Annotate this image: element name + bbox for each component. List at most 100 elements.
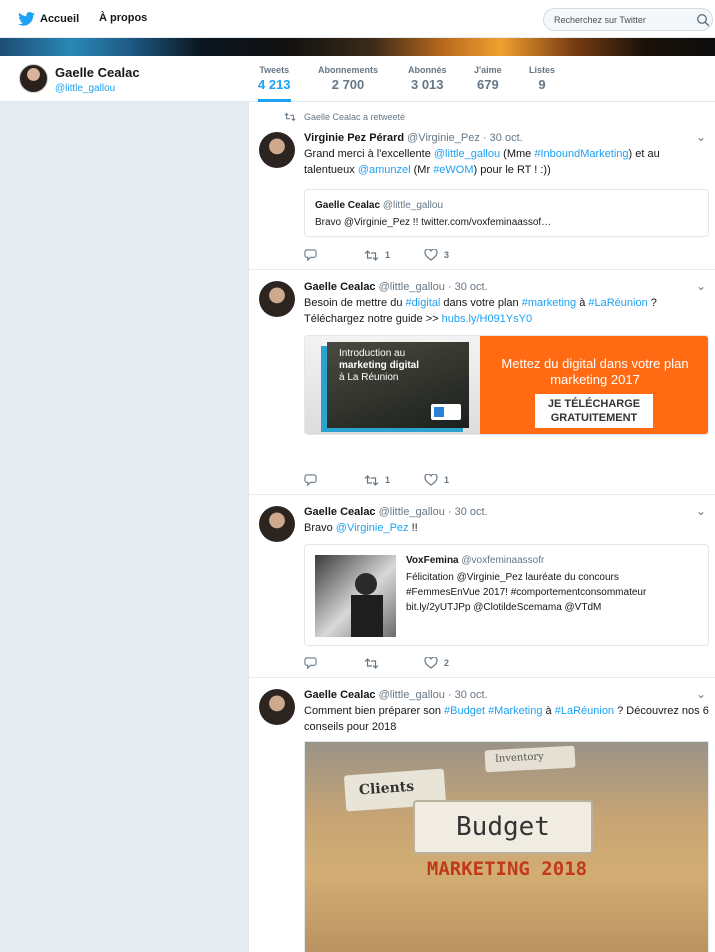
retweet-icon — [284, 112, 296, 122]
nav-home[interactable]: Accueil — [18, 12, 79, 26]
book-title-line: marketing digital — [339, 360, 420, 371]
quoted-handle: @voxfeminaassofr — [461, 555, 545, 566]
text-segment: ? — [647, 297, 657, 309]
tweet-author[interactable]: Virginie Pez Pérard — [304, 132, 404, 144]
text-segment: Comment bien préparer son — [304, 705, 445, 717]
text-segment: Grand merci à l'excellente — [304, 148, 434, 160]
tweet[interactable]: Gaelle Cealac @little_gallou · 30 oct. ⌄… — [249, 496, 715, 678]
promo-card-image[interactable]: Introduction au marketing digital à La R… — [304, 335, 709, 435]
profile-avatar[interactable] — [19, 64, 48, 93]
url-link[interactable]: hubs.ly/H091YsY0 — [442, 313, 533, 325]
hashtag-link[interactable]: #Budget — [444, 705, 485, 717]
promo-cta-button[interactable]: JE TÉLÉCHARGE GRATUITEMENT — [535, 394, 653, 428]
hashtag-link[interactable]: #LaRéunion — [555, 705, 614, 717]
folder-tab: Inventory — [484, 745, 576, 773]
text-segment: (Mr — [410, 164, 434, 176]
tweet-author[interactable]: Gaelle Cealac — [304, 281, 376, 293]
retweet-icon — [364, 657, 379, 669]
tweet-date[interactable]: · 30 oct. — [448, 506, 488, 518]
tweet[interactable]: Gaelle Cealac @little_gallou · 30 oct. ⌄… — [249, 271, 715, 495]
retweet-button[interactable]: 1 — [364, 474, 424, 486]
tweet-header: Virginie Pez Pérard @Virginie_Pez · 30 o… — [304, 132, 523, 144]
reply-button[interactable] — [304, 249, 364, 261]
like-count: 3 — [444, 250, 450, 260]
text-segment: dans votre plan — [440, 297, 522, 309]
folder-tab-label: Clients — [358, 778, 415, 799]
nav-about-label: À propos — [99, 12, 148, 24]
nav-about[interactable]: À propos — [99, 12, 147, 24]
tweet[interactable]: Gaelle Cealac a retweeté Virginie Pez Pé… — [249, 102, 715, 270]
tweet-handle[interactable]: @little_gallou — [379, 689, 445, 701]
profile-name[interactable]: Gaelle Cealac — [55, 65, 140, 80]
tweet-date[interactable]: · 30 oct. — [448, 281, 488, 293]
book-cover-area: Introduction au marketing digital à La R… — [305, 336, 480, 434]
search-input[interactable]: Recherchez sur Twitter — [543, 8, 713, 31]
stat-label: J'aime — [474, 65, 502, 75]
text-segment: Bravo — [304, 522, 336, 534]
quoted-header: Gaelle Cealac @little_gallou — [315, 200, 443, 211]
mention-link[interactable]: @little_gallou — [434, 148, 500, 160]
reply-button[interactable] — [304, 474, 364, 486]
book-cover: Introduction au marketing digital à La R… — [327, 342, 469, 428]
text-segment: (Mme — [500, 148, 535, 160]
hashtag-link[interactable]: #eWOM — [433, 164, 473, 176]
reply-button[interactable] — [304, 657, 364, 669]
avatar[interactable] — [259, 281, 295, 317]
budget-caption: MARKETING 2018 — [426, 858, 588, 880]
retweet-note: Gaelle Cealac a retweeté — [284, 112, 405, 122]
like-button[interactable]: 1 — [424, 474, 484, 486]
stat-value: 3 013 — [410, 77, 444, 92]
chevron-down-icon[interactable]: ⌄ — [696, 504, 706, 518]
text-segment: !! — [408, 522, 418, 534]
search-icon[interactable] — [696, 13, 710, 27]
avatar[interactable] — [259, 132, 295, 168]
text-segment: Téléchargez notre guide >> — [304, 313, 442, 325]
tweet-handle[interactable]: @little_gallou — [379, 506, 445, 518]
quoted-tweet[interactable]: Gaelle Cealac @little_gallou Bravo @Virg… — [304, 189, 709, 237]
stat-likes[interactable]: J'aime 679 — [474, 65, 502, 92]
text-segment: à — [576, 297, 589, 309]
top-navigation: Accueil À propos Recherchez sur Twitter — [0, 0, 715, 38]
retweet-button[interactable]: 1 — [364, 249, 424, 261]
avatar[interactable] — [259, 689, 295, 725]
hashtag-link[interactable]: #Marketing — [488, 705, 542, 717]
book-title-line: Introduction au — [339, 348, 406, 359]
budget-label-card: Budget — [413, 800, 593, 854]
tweet-author[interactable]: Gaelle Cealac — [304, 689, 376, 701]
publisher-logo — [431, 404, 461, 420]
chevron-down-icon[interactable]: ⌄ — [696, 130, 706, 144]
mention-link[interactable]: @Virginie_Pez — [336, 522, 409, 534]
tweet-date[interactable]: · 30 oct. — [448, 689, 488, 701]
chevron-down-icon[interactable]: ⌄ — [696, 279, 706, 293]
stat-following[interactable]: Abonnements 2 700 — [318, 65, 378, 92]
hashtag-link[interactable]: #LaRéunion — [588, 297, 647, 309]
mention-link[interactable]: @amunzel — [358, 164, 411, 176]
tweet-handle[interactable]: @Virginie_Pez — [407, 132, 480, 144]
tweet-text: Comment bien préparer son #Budget #Marke… — [304, 703, 709, 735]
tweet-author[interactable]: Gaelle Cealac — [304, 506, 376, 518]
tweet-date[interactable]: · 30 oct. — [483, 132, 523, 144]
retweet-button[interactable] — [364, 657, 424, 669]
tweet-handle[interactable]: @little_gallou — [379, 281, 445, 293]
chevron-down-icon[interactable]: ⌄ — [696, 687, 706, 701]
hashtag-link[interactable]: #digital — [406, 297, 441, 309]
tweet[interactable]: Gaelle Cealac @little_gallou · 30 oct. ⌄… — [249, 679, 715, 952]
like-button[interactable]: 2 — [424, 657, 484, 669]
quoted-header: VoxFemina @voxfeminaassofr — [406, 555, 544, 566]
profile-handle[interactable]: @little_gallou — [55, 83, 115, 94]
hashtag-link[interactable]: #marketing — [522, 297, 576, 309]
stat-followers[interactable]: Abonnés 3 013 — [408, 65, 447, 92]
like-button[interactable]: 3 — [424, 249, 484, 261]
avatar[interactable] — [259, 506, 295, 542]
hashtag-link[interactable]: #InboundMarketing — [534, 148, 628, 160]
quoted-tweet[interactable]: VoxFemina @voxfeminaassofr Félicitation … — [304, 544, 709, 646]
twitter-bird-icon — [18, 12, 35, 26]
retweet-count: 1 — [385, 250, 391, 260]
search-placeholder: Recherchez sur Twitter — [554, 14, 646, 25]
budget-image[interactable]: Clients Inventory Budget MARKETING 2018 — [304, 741, 709, 952]
stat-label: Abonnements — [318, 65, 379, 75]
stat-label: Tweets — [259, 65, 290, 75]
stat-tweets[interactable]: Tweets 4 213 — [258, 65, 291, 102]
like-count: 2 — [444, 658, 450, 668]
stat-lists[interactable]: Listes 9 — [529, 65, 555, 92]
